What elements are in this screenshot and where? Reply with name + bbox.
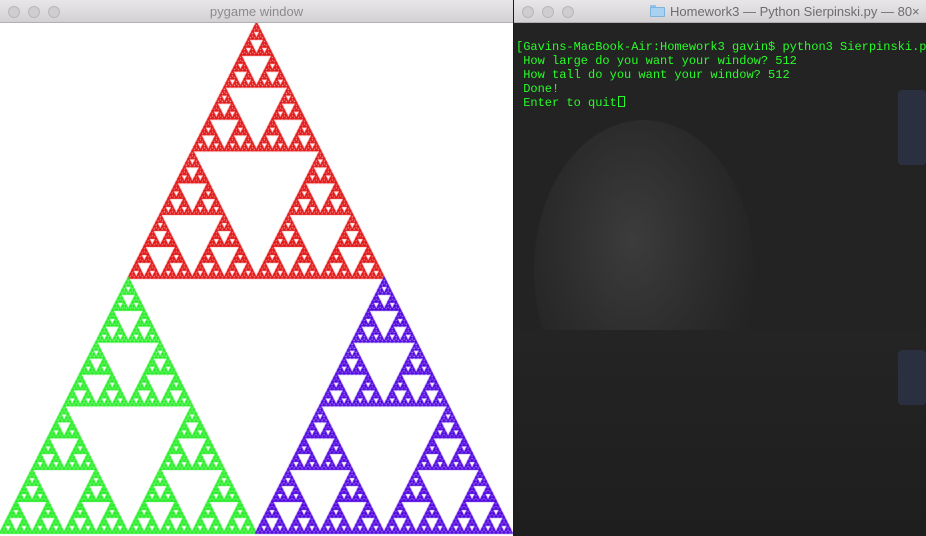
terminal-line-done: Done! bbox=[516, 82, 560, 96]
terminal-line-width-prompt: How large do you want your window? 512 bbox=[516, 54, 797, 68]
desktop-icon bbox=[898, 350, 926, 405]
desktop-photo-shadow bbox=[514, 330, 926, 536]
minimize-button[interactable] bbox=[542, 6, 554, 18]
close-button[interactable] bbox=[522, 6, 534, 18]
terminal-line-height-prompt: How tall do you want your window? 512 bbox=[516, 68, 790, 82]
terminal-line-command: [Gavins-MacBook-Air:Homework3 gavin$ pyt… bbox=[516, 40, 926, 54]
zoom-button[interactable] bbox=[562, 6, 574, 18]
folder-icon bbox=[650, 5, 665, 17]
sierpinski-canvas[interactable] bbox=[0, 23, 513, 536]
terminal-titlebar[interactable]: Homework3 — Python Sierpinski.py — 80× bbox=[514, 0, 926, 23]
pygame-window[interactable]: pygame window bbox=[0, 0, 513, 536]
text-cursor bbox=[617, 96, 625, 107]
terminal-quit-text: Enter to quit bbox=[516, 96, 617, 110]
terminal-line-quit[interactable]: Enter to quit bbox=[516, 96, 625, 110]
terminal-title: Homework3 — Python Sierpinski.py — 80× bbox=[670, 4, 920, 19]
pygame-titlebar[interactable]: pygame window bbox=[0, 0, 513, 23]
terminal-window[interactable]: Homework3 — Python Sierpinski.py — 80× [… bbox=[514, 0, 926, 536]
desktop-icon bbox=[898, 90, 926, 165]
window-title: pygame window bbox=[209, 4, 304, 19]
